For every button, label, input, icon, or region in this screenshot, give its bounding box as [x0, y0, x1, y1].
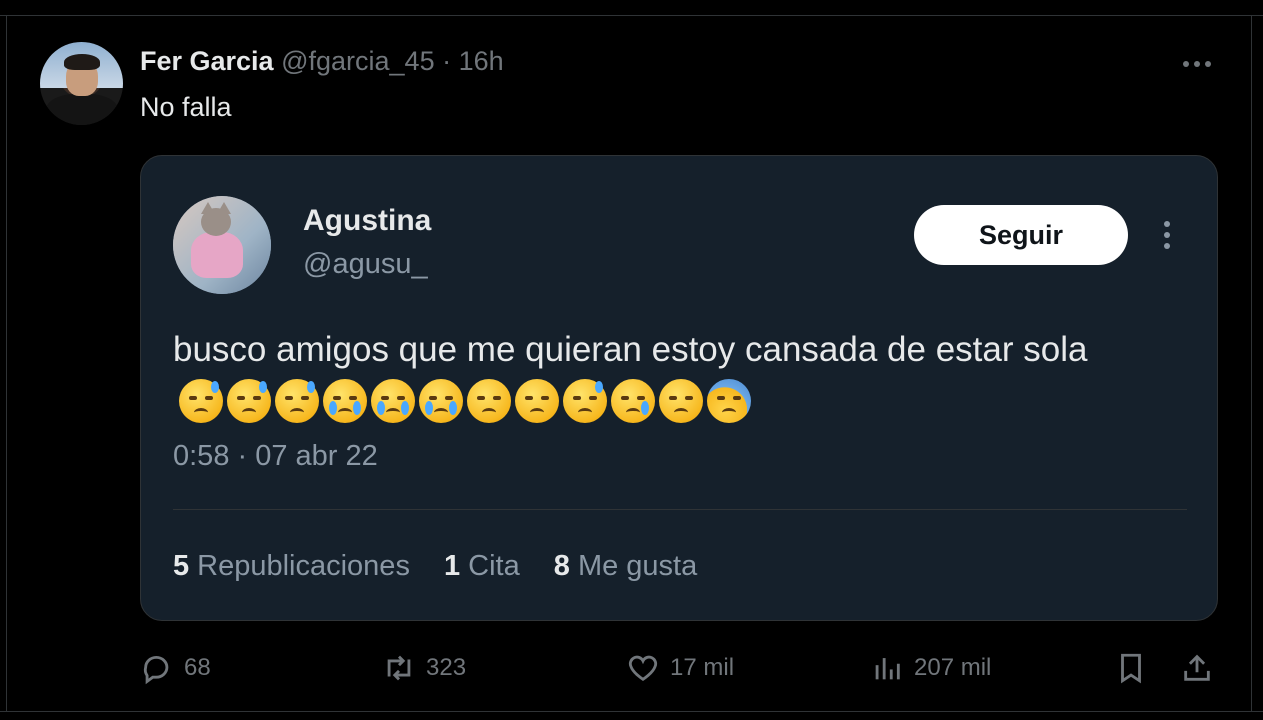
- emoji-row: [179, 378, 751, 423]
- quotes-label: Cita: [468, 550, 520, 582]
- divider-right: [1251, 15, 1252, 712]
- repost-action[interactable]: 323: [382, 646, 466, 690]
- quote-stats: 5 Republicaciones 1 Cita 8 Me gusta: [173, 550, 723, 583]
- author-row: Fer Garcia @fgarcia_45 · 16h: [140, 46, 504, 78]
- author-name[interactable]: Fer Garcia: [140, 46, 274, 76]
- views-count: 207 mil: [914, 654, 992, 681]
- repost-count: 323: [426, 654, 467, 681]
- author-handle[interactable]: @fgarcia_45: [281, 46, 435, 76]
- views-chart-icon: [875, 658, 900, 680]
- bookmark-action[interactable]: [1114, 646, 1148, 690]
- quote-divider: [173, 509, 1187, 510]
- divider-top: [0, 15, 1263, 16]
- more-horizontal-icon[interactable]: [1180, 52, 1214, 76]
- likes-label: Me gusta: [577, 550, 698, 582]
- reply-action[interactable]: 68: [140, 646, 211, 690]
- worried-face-icon: [515, 378, 559, 423]
- post-text: No falla: [140, 92, 232, 122]
- quoted-tweet-card[interactable]: Agustina @agusu_ Seguir busco amigos que…: [140, 155, 1218, 621]
- views-action[interactable]: 207 mil: [870, 646, 991, 690]
- heart-icon: [628, 655, 658, 682]
- post-time[interactable]: 16h: [459, 46, 504, 76]
- meta-separator: ·: [442, 46, 452, 76]
- more-vertical-icon[interactable]: [1155, 218, 1179, 252]
- quote-text: busco amigos que me quieran estoy cansad…: [173, 324, 1173, 428]
- repost-icon: [387, 655, 411, 681]
- share-icon: [1184, 654, 1210, 681]
- reply-count: 68: [184, 654, 211, 681]
- reposts-label: Republicaciones: [197, 550, 410, 582]
- divider-left: [6, 15, 7, 712]
- sleepy-face-icon: [227, 378, 271, 423]
- tweet-actions: 68 323 17 mil 207 mil: [140, 646, 1220, 690]
- loudly-crying-face-icon: [371, 378, 415, 423]
- worried-face-icon: [659, 378, 703, 423]
- downcast-sweat-face-icon: [563, 378, 607, 423]
- crying-face-icon: [611, 378, 655, 423]
- quote-avatar[interactable]: [173, 196, 271, 294]
- loudly-crying-face-icon: [323, 378, 367, 423]
- reposts-stat[interactable]: 5 Republicaciones: [173, 550, 418, 582]
- fearful-face-icon: [707, 378, 751, 423]
- loudly-crying-face-icon: [419, 378, 463, 423]
- like-count: 17 mil: [670, 654, 735, 681]
- bookmark-icon: [1121, 653, 1141, 684]
- share-action[interactable]: [1180, 646, 1214, 690]
- follow-button[interactable]: Seguir: [914, 205, 1128, 265]
- reposts-count: 5: [173, 550, 190, 582]
- tweet-container: Fer Garcia @fgarcia_45 · 16h No falla Ag…: [0, 0, 1263, 720]
- quote-author-name[interactable]: Agustina: [303, 204, 431, 238]
- likes-count: 8: [553, 550, 570, 582]
- quote-text-body: busco amigos que me quieran estoy cansad…: [173, 330, 1088, 369]
- like-action[interactable]: 17 mil: [626, 646, 734, 690]
- quotes-stat[interactable]: 1 Cita: [444, 550, 528, 582]
- quote-author-handle[interactable]: @agusu_: [303, 248, 428, 281]
- worried-face-icon: [467, 378, 511, 423]
- sleepy-face-icon: [179, 378, 223, 423]
- sleepy-face-icon: [275, 378, 319, 423]
- quotes-count: 1: [444, 550, 461, 582]
- author-avatar[interactable]: [40, 42, 123, 125]
- quote-timestamp[interactable]: 0:58 · 07 abr 22: [173, 440, 378, 473]
- divider-bottom: [0, 711, 1263, 712]
- reply-icon: [143, 656, 169, 685]
- likes-stat[interactable]: 8 Me gusta: [554, 550, 697, 582]
